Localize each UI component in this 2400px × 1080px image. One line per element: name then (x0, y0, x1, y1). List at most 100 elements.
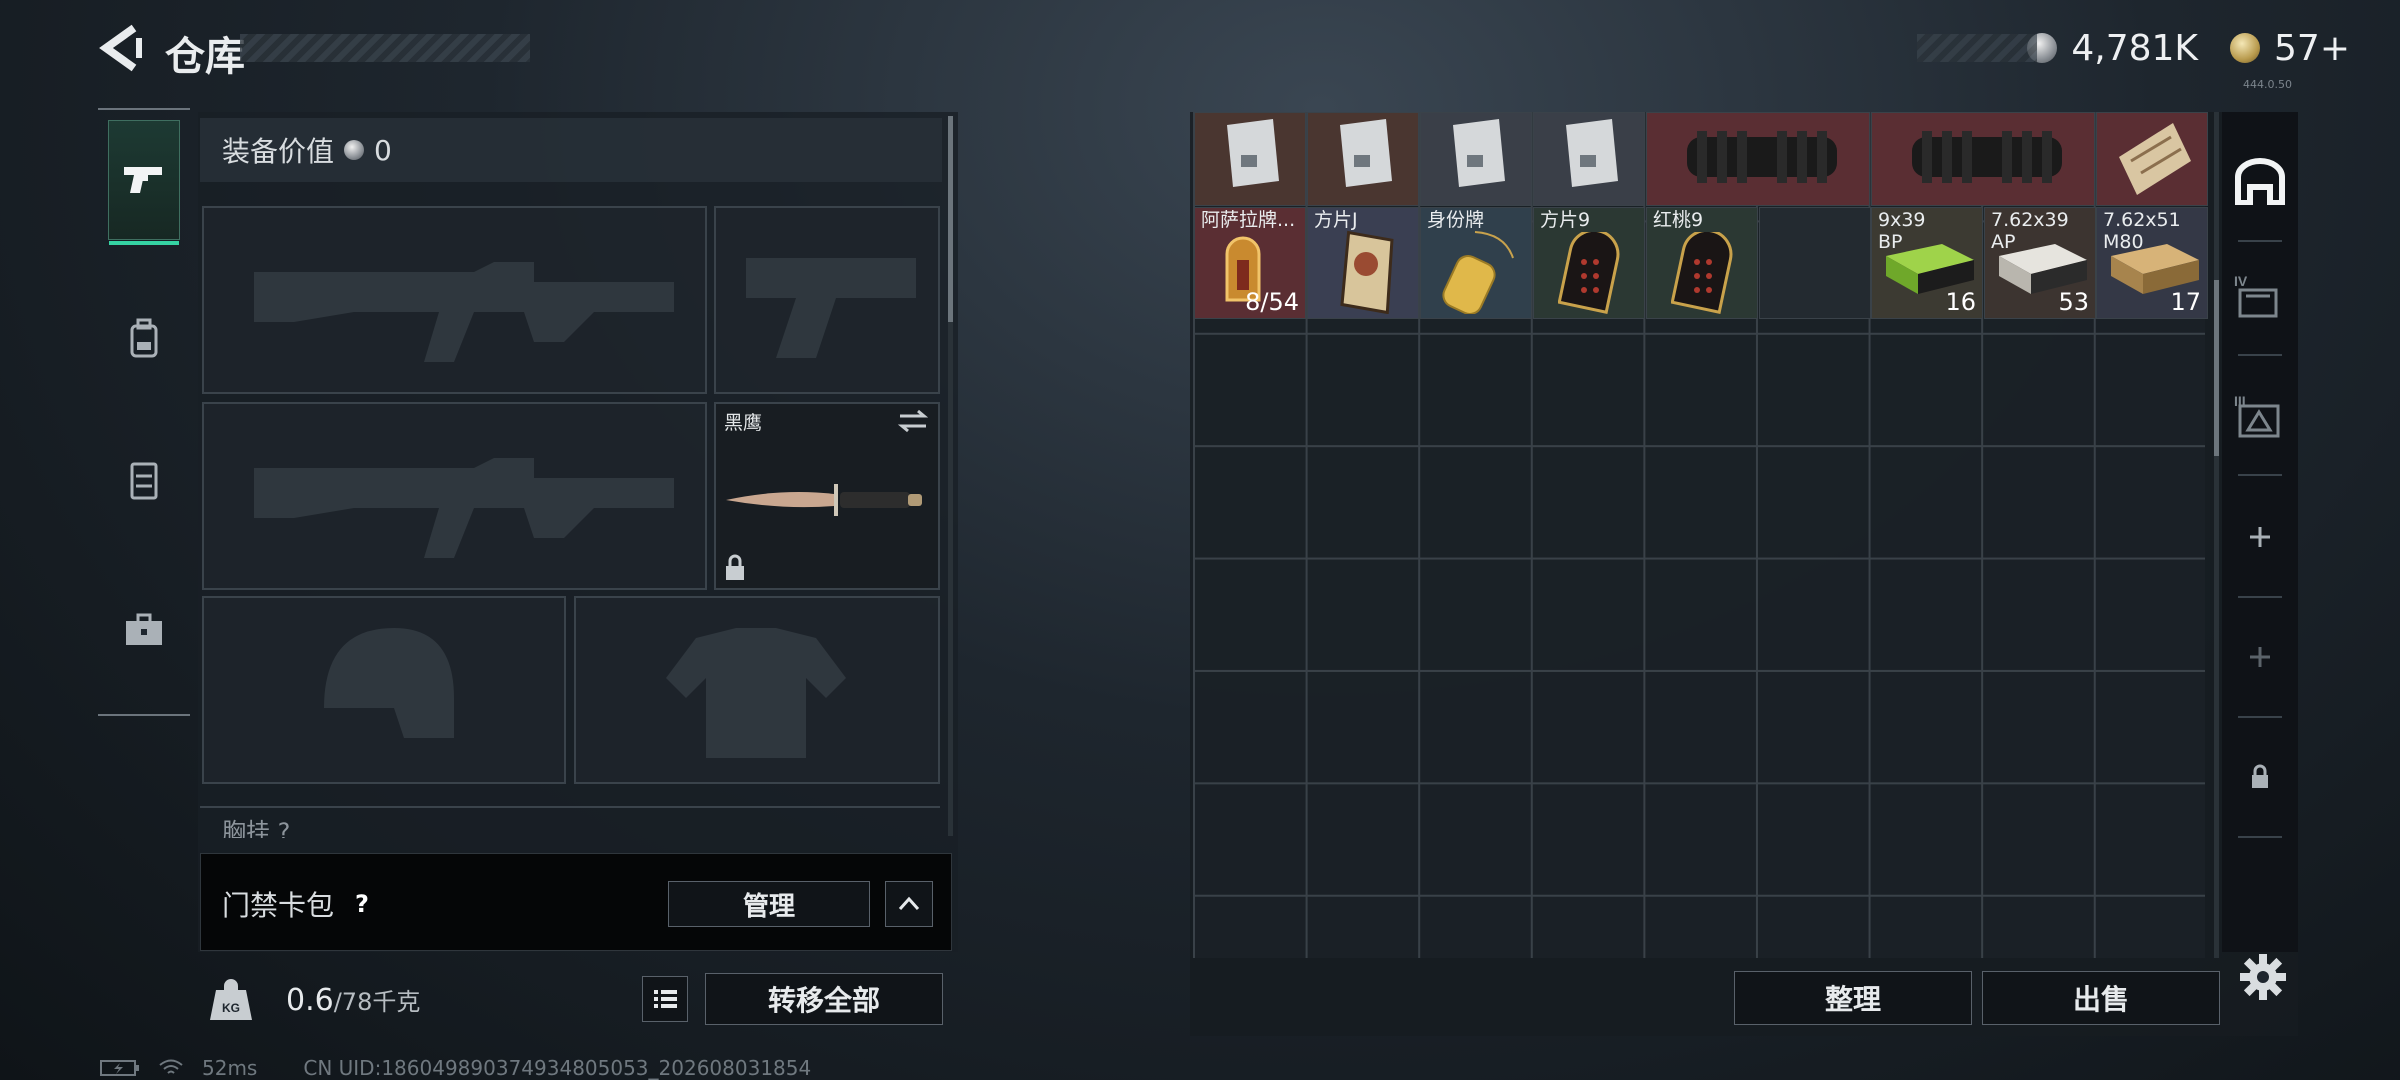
secondary-weapon-slot[interactable] (202, 402, 707, 590)
transfer-all-button[interactable]: 转移全部 (705, 973, 943, 1025)
item-name: 方片9 (1540, 209, 1591, 231)
container-iii-icon: III (2234, 393, 2280, 438)
equipment-scrollbar-thumb[interactable] (948, 116, 953, 322)
document-icon (1227, 119, 1279, 187)
knife-icon (726, 484, 922, 516)
stash-item-diamond-j[interactable]: 方片J (1307, 207, 1419, 319)
battery-icon (100, 1060, 139, 1076)
weight-capacity: /78千克 (333, 988, 421, 1016)
document-icon (1566, 119, 1618, 187)
melee-name: 黑鹰 (724, 412, 763, 434)
chevron-up-icon (898, 896, 920, 911)
weight-current: 0.6 (286, 983, 334, 1018)
item-name: 阿萨拉牌... (1201, 209, 1296, 231)
stash-item-ammo-9x39[interactable]: 9x39 BP 16 (1871, 207, 1983, 319)
back-arrow-icon[interactable] (96, 22, 144, 74)
rail-container-iv[interactable]: IV (2222, 240, 2298, 350)
stash-empty-cell[interactable] (1759, 207, 1871, 319)
pistol-silhouette-icon (746, 258, 916, 358)
ping-readout: 52ms (202, 1056, 258, 1080)
svg-text:IV: IV (2234, 273, 2248, 289)
stash-item-suppressor[interactable] (1871, 112, 2095, 206)
pistol-slot[interactable] (714, 206, 940, 394)
rail-add-slot[interactable] (2222, 602, 2298, 712)
stash-item-ammo-762x51[interactable]: 7.62x51 M80 17 (2096, 207, 2208, 319)
rail-container-iii[interactable]: III (2222, 360, 2298, 470)
item-name: 红桃9 (1653, 209, 1704, 231)
stash-item-diamond-9[interactable]: 方片9 (1533, 207, 1645, 319)
gear-icon[interactable] (2238, 952, 2288, 1002)
armor-silhouette-icon (666, 628, 846, 758)
armor-slot[interactable] (574, 596, 940, 784)
currency-decoration (1917, 34, 2038, 62)
stash-item-dog-tag[interactable]: 身份牌 (1420, 207, 1532, 319)
collapse-button[interactable] (885, 881, 933, 927)
equipment-category-nav (98, 108, 190, 716)
list-icon (654, 990, 677, 1008)
stash-item-document[interactable] (1307, 112, 1419, 206)
stash-item-document[interactable] (1420, 112, 1532, 206)
title-decoration (240, 34, 530, 62)
playing-card-icon (1558, 232, 1620, 314)
stash-item-document[interactable] (1533, 112, 1645, 206)
backpack-icon (130, 318, 158, 358)
access-card-label: 门禁卡包 (222, 889, 335, 922)
nav-toolbox[interactable] (108, 570, 180, 690)
nav-vest[interactable] (108, 420, 180, 540)
rail-locked-slot[interactable] (2222, 722, 2298, 832)
manage-button[interactable]: 管理 (668, 881, 870, 927)
stash-item-map[interactable] (2096, 112, 2208, 206)
stash-item-asala-card[interactable]: 阿萨拉牌... 8/54 (1194, 207, 1306, 319)
nav-backpack[interactable] (108, 278, 180, 398)
melee-slot[interactable]: 黑鹰 (714, 402, 940, 590)
rail-divider (2238, 596, 2282, 598)
chest-rig-label: 胸挂 ? (222, 818, 291, 838)
rail-add-slot[interactable] (2222, 482, 2298, 592)
svg-text:KG: KG (222, 1001, 240, 1015)
stash-item-ammo-762x39[interactable]: 7.62x39 AP 53 (1984, 207, 2096, 319)
item-quantity: 8/54 (1245, 288, 1299, 316)
pistol-icon (124, 167, 162, 193)
version-tag: 444.0.50 (2243, 78, 2292, 91)
primary-weapon-slot[interactable] (202, 206, 707, 394)
helmet-silhouette-icon (324, 628, 454, 738)
rail-stash-home[interactable] (2222, 126, 2298, 236)
item-quantity: 53 (2058, 288, 2089, 316)
suppressor-icon (1912, 131, 2062, 183)
sell-button[interactable]: 出售 (1982, 971, 2220, 1025)
tidy-button[interactable]: 整理 (1734, 971, 1972, 1025)
stash-scrollbar[interactable] (2214, 112, 2219, 958)
swap-icon[interactable] (896, 408, 930, 434)
gold-coin-icon (2230, 33, 2261, 63)
dog-tag-icon (1442, 231, 1514, 314)
help-icon[interactable]: ? (344, 886, 380, 922)
currency-bar: 4,781K 57+ (1917, 26, 2350, 70)
ammo-box-icon (1999, 244, 2087, 294)
add-slot-icon (2250, 527, 2270, 547)
gold-currency-amount[interactable]: 57+ (2274, 28, 2350, 69)
rail-divider (2238, 474, 2282, 476)
stash-item-heart-9[interactable]: 红桃9 (1646, 207, 1758, 319)
ammo-box-icon (2111, 244, 2199, 294)
helmet-slot[interactable] (202, 596, 566, 784)
stash-item-suppressor[interactable] (1646, 112, 1870, 206)
status-bar: 52ms CN UID:186049890374934805053_202608… (100, 1056, 811, 1080)
document-icon (1340, 119, 1392, 187)
ammo-box-icon (1886, 244, 1974, 294)
stash-scrollbar-thumb[interactable] (2214, 280, 2219, 456)
silver-currency-amount: 4,781K (2071, 27, 2199, 69)
silver-coin-icon (344, 140, 365, 160)
chest-rig-slot[interactable]: 胸挂 ? (200, 806, 940, 838)
playing-card-icon (1340, 230, 1394, 314)
item-quantity: 17 (2170, 288, 2201, 316)
lock-icon (2252, 764, 2268, 788)
item-name: 方片J (1314, 209, 1358, 231)
rail-divider (2238, 716, 2282, 718)
list-view-button[interactable] (642, 976, 688, 1022)
container-iv-icon: IV (2234, 273, 2278, 318)
toolbox-icon (126, 613, 162, 645)
equipment-value-amount: 0 (374, 133, 392, 167)
nav-weapons[interactable] (108, 120, 180, 245)
stash-item-document[interactable] (1194, 112, 1306, 206)
weight-readout: 0.6/78千克 (286, 982, 420, 1018)
